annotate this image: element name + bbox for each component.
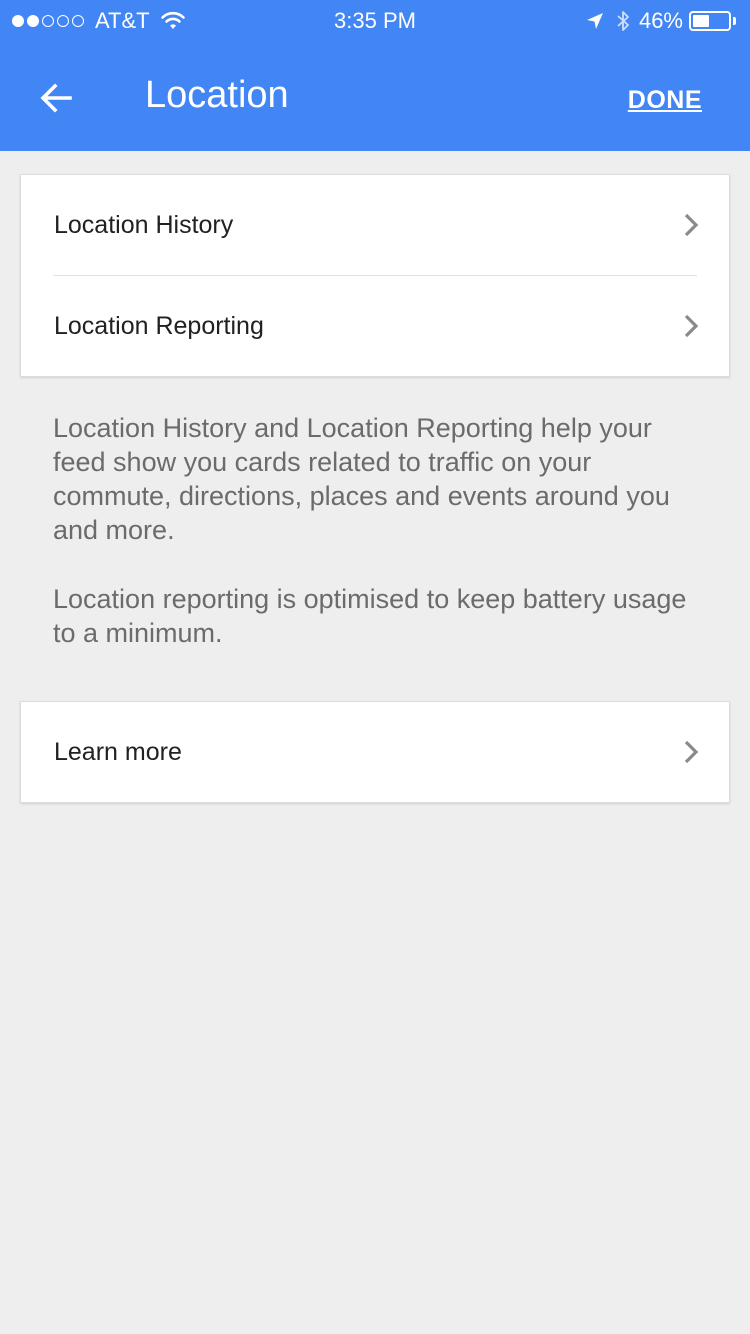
status-right: 46% <box>585 8 736 34</box>
location-arrow-icon <box>586 13 603 29</box>
location-history-row[interactable]: Location History <box>21 175 729 275</box>
battery-percent: 46% <box>638 8 683 33</box>
battery-nub <box>733 17 736 25</box>
location-reporting-label: Location Reporting <box>54 311 264 340</box>
app-bar: AT&T 3:35 PM 46% Location DONE <box>0 0 750 151</box>
learn-more-label: Learn more <box>54 737 182 766</box>
chevron-right-icon <box>684 740 699 764</box>
learn-more-card: Learn more <box>20 701 730 803</box>
bluetooth-icon <box>617 11 629 31</box>
description-paragraph-1: Location History and Location Reporting … <box>53 413 670 545</box>
page-title: Location <box>145 74 289 116</box>
status-bar: AT&T 3:35 PM 46% <box>0 0 750 40</box>
chevron-right-icon <box>684 314 699 338</box>
back-arrow-icon <box>40 83 72 113</box>
back-button[interactable] <box>34 76 78 120</box>
location-settings-card: Location History Location Reporting <box>20 174 730 377</box>
learn-more-row[interactable]: Learn more <box>21 702 729 802</box>
chevron-right-icon <box>684 213 699 237</box>
location-history-label: Location History <box>54 210 234 239</box>
battery-fill <box>693 15 709 27</box>
description-paragraph-2: Location reporting is optimised to keep … <box>53 584 687 648</box>
location-reporting-row[interactable]: Location Reporting <box>21 276 729 376</box>
battery-icon <box>689 11 731 31</box>
done-button[interactable]: DONE <box>628 86 702 115</box>
